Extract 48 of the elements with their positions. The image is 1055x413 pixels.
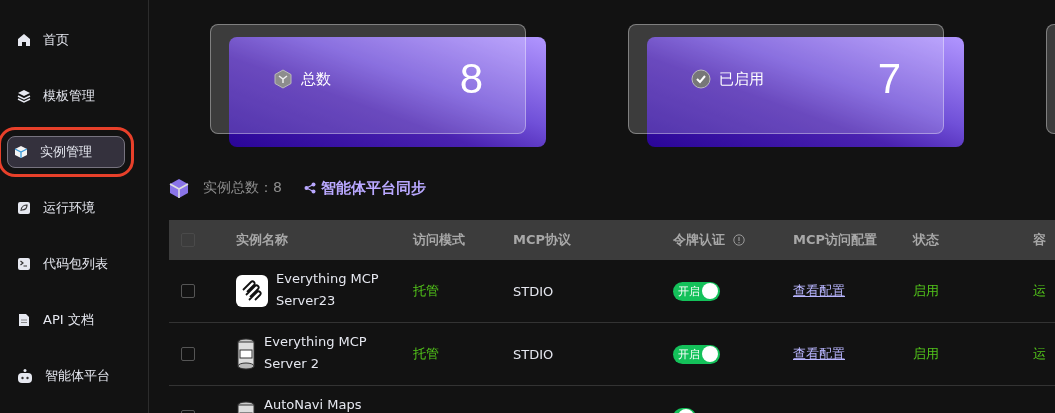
instance-name: Everything MCP Server23: [276, 270, 380, 310]
sidebar-item[interactable]: 首页: [10, 24, 128, 56]
leaf-icon: [17, 201, 31, 215]
stat-label: 已启用: [719, 69, 765, 89]
cube-icon: [14, 145, 28, 159]
protocol: STDIO: [513, 346, 554, 362]
stat-label: 总数: [301, 69, 332, 89]
instance-name: Everything MCP Server 2: [264, 333, 368, 373]
cube-icon: [169, 177, 189, 199]
container-status: 运: [1033, 282, 1046, 300]
column-header: 状态: [913, 231, 939, 249]
stat-value: 8: [459, 55, 483, 103]
sidebar-item[interactable]: 代码包列表: [10, 248, 128, 280]
cube-icon: [273, 69, 293, 89]
document-icon: [17, 313, 31, 327]
column-header: 访问模式: [413, 231, 465, 249]
terminal-icon: [17, 257, 31, 271]
status: 启用: [913, 345, 939, 363]
robot-icon: [17, 369, 33, 383]
sync-link[interactable]: 智能体平台同步: [303, 178, 426, 198]
stat-value: 7: [877, 55, 901, 103]
column-header: 令牌认证: [673, 231, 725, 249]
layers-icon: [17, 89, 31, 103]
container-status: 运: [1033, 345, 1046, 363]
view-config-link[interactable]: 查看配置: [793, 282, 845, 300]
column-header: 实例名称: [236, 231, 288, 249]
info-icon: [733, 234, 745, 246]
sidebar-item[interactable]: 智能体平台: [10, 360, 128, 392]
access-mode: 托管: [413, 345, 439, 363]
can-icon: [236, 338, 256, 370]
checkbox[interactable]: [181, 347, 195, 361]
view-config-link[interactable]: 查看配置: [793, 345, 845, 363]
column-header: MCP访问配置: [793, 231, 877, 249]
house-icon: [17, 33, 31, 47]
squiggle-logo-icon: [236, 275, 268, 307]
checkbox[interactable]: [181, 284, 195, 298]
sidebar-item[interactable]: API 文档: [10, 304, 128, 336]
column-header: 容: [1033, 231, 1046, 249]
column-header: MCP协议: [513, 231, 571, 249]
sidebar-item[interactable]: 模板管理: [10, 80, 128, 112]
access-mode: 托管: [413, 282, 439, 300]
instance-count: 实例总数：8: [203, 179, 282, 197]
sidebar-item[interactable]: 运行环境: [10, 192, 128, 224]
instance-name: AutoNavi Maps: [264, 396, 363, 413]
protocol: STDIO: [513, 283, 554, 299]
status: 启用: [913, 282, 939, 300]
share-icon: [303, 182, 316, 194]
check-icon: [691, 69, 711, 89]
